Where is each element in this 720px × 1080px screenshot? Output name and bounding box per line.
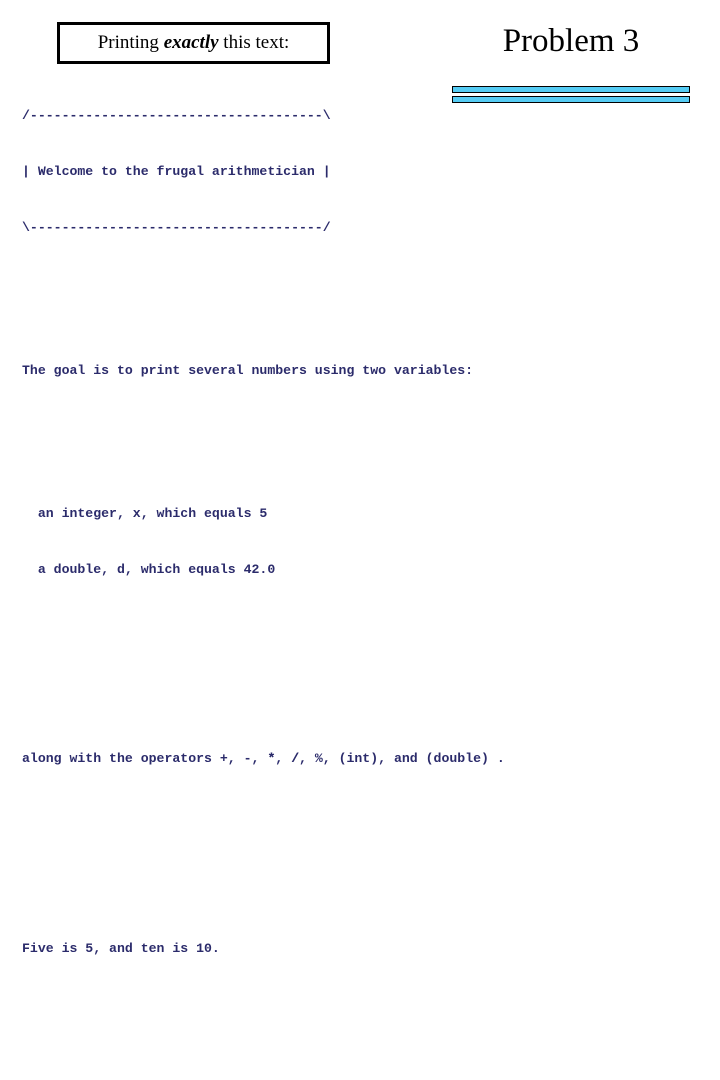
banner-top-open: /-------------------------------------\ [22,108,331,124]
variable-line-integer: an integer, x, which equals 5 [22,506,268,522]
operators-suffix: , %, (int), and (double) . [299,751,505,767]
operators-line: along with the operators +, -, *, /, %, … [22,750,700,769]
variable-line-double: a double, d, which equals 42.0 [22,561,276,577]
banner-top-middle: | Welcome to the frugal arithmetician | [22,163,331,179]
five-ten-line: Five is 5, and ten is 10. [22,940,220,956]
goal-line: The goal is to print several numbers usi… [22,362,474,378]
operators-mid: , [275,751,292,767]
operators-prefix: along with the operators +, -, [22,751,268,767]
title-box-text-before: Printing [97,32,164,53]
title-box-emphasis: exactly [163,32,219,53]
title-box-text-after: this text: [218,32,290,53]
banner-top-close: \-------------------------------------/ [22,219,331,235]
title-box-text: Printing exactly this text: [98,32,290,54]
slide-canvas: Printing exactly this text: Problem 3 /-… [0,0,720,956]
page-title: Problem 3 [502,23,640,59]
title-box: Printing exactly this text: [57,22,330,64]
program-output: /-------------------------------------\ … [22,70,700,1080]
operator-star: * [267,751,276,767]
operator-slash: / [291,751,299,767]
